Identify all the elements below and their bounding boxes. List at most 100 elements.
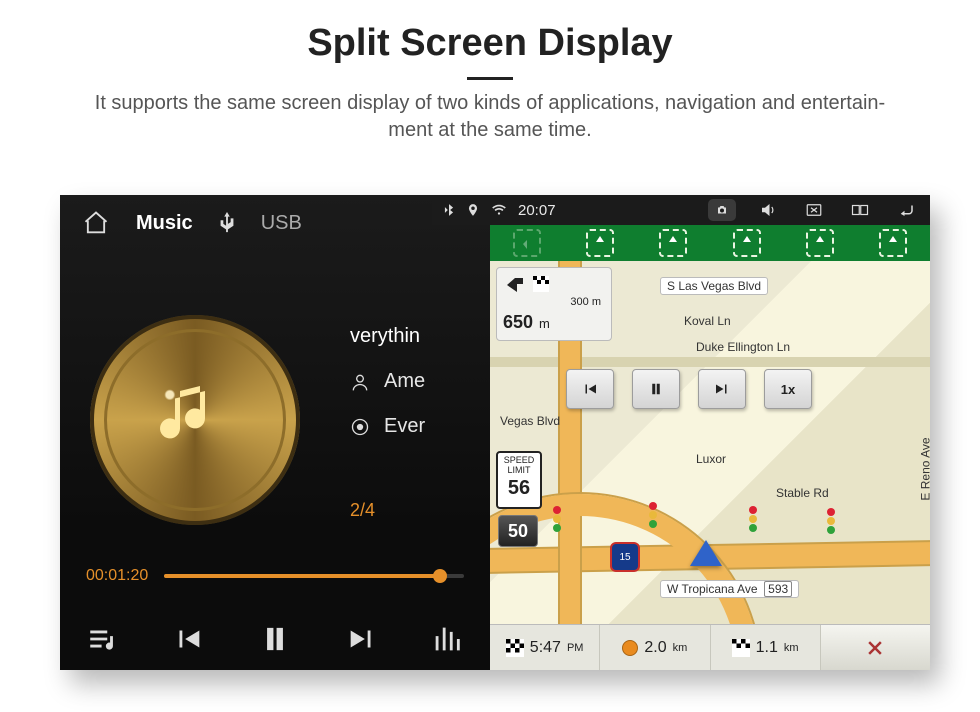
dist2-value: 1.1: [756, 639, 778, 657]
lane-1: [513, 229, 541, 257]
label-s-las-vegas: S Las Vegas Blvd: [660, 277, 768, 295]
dist1-value: 2.0: [644, 639, 666, 657]
eta-cell[interactable]: 5:47 PM: [490, 625, 600, 670]
screenshot-icon[interactable]: [708, 199, 736, 221]
label-luxor: Luxor: [690, 451, 732, 467]
traffic-light-icon: [646, 502, 660, 528]
label-reno: E Reno Ave: [918, 431, 930, 506]
status-time: 20:07: [518, 202, 556, 219]
traffic-light-icon: [550, 506, 564, 532]
map-next-button[interactable]: [698, 369, 746, 409]
turn-next-unit: m: [592, 296, 601, 308]
close-app-icon[interactable]: [800, 199, 828, 221]
disc-icon: [350, 417, 370, 437]
split-screen-icon[interactable]: [846, 199, 874, 221]
map-prev-button[interactable]: [566, 369, 614, 409]
waypoint-icon: [622, 640, 638, 656]
progress-handle[interactable]: [433, 569, 447, 583]
source-usb-label[interactable]: USB: [261, 212, 302, 235]
tab-music[interactable]: Music: [136, 212, 193, 235]
track-next[interactable]: Ever: [350, 415, 425, 438]
dist2-unit: km: [784, 642, 799, 654]
lane-5: [806, 229, 834, 257]
track-artist-label: Ame: [384, 370, 425, 393]
speed-limit-sign: SPEED LIMIT 56: [496, 451, 542, 509]
status-bar: 20:07: [432, 195, 930, 225]
album-art[interactable]: [90, 315, 300, 525]
lane-2: [586, 229, 614, 257]
map-speed-button[interactable]: 1x: [764, 369, 812, 409]
eta-time: 5:47: [530, 639, 561, 657]
prev-icon[interactable]: [171, 622, 205, 656]
close-nav-button[interactable]: [821, 625, 930, 670]
map-pause-button[interactable]: [632, 369, 680, 409]
elapsed-time: 00:01:20: [86, 567, 148, 585]
lane-3: [659, 229, 687, 257]
next-icon[interactable]: [345, 622, 379, 656]
dist2-cell[interactable]: 1.1 km: [711, 625, 821, 670]
page-header: Split Screen Display It supports the sam…: [0, 0, 980, 150]
status-left: 20:07: [442, 201, 556, 219]
speed-limit-label: SPEED LIMIT: [498, 455, 540, 475]
track-artist[interactable]: Ame: [350, 370, 425, 393]
person-icon: [350, 372, 370, 392]
transport-controls: [60, 620, 490, 658]
map-canvas[interactable]: 300 m 650m 1x S Las Vegas Blvd Koval Ln …: [490, 261, 930, 624]
dist1-cell[interactable]: 2.0 km: [600, 625, 710, 670]
device-frame: Music USB verythin Ame Ever 2/4 00:01: [60, 195, 930, 670]
track-current[interactable]: verythin: [350, 325, 425, 348]
close-icon: [865, 638, 885, 658]
turn-total-dist: 650: [503, 312, 533, 333]
current-speed: 50: [498, 515, 538, 547]
track-next-label: Ever: [384, 415, 425, 438]
label-duke: Duke Ellington Ln: [690, 339, 796, 355]
speed-limit-value: 56: [498, 477, 540, 500]
dist1-unit: km: [673, 642, 688, 654]
music-note-icon: [155, 376, 235, 456]
music-top-bar: Music USB: [60, 195, 490, 251]
turn-left-icon: [503, 272, 527, 296]
equalizer-icon[interactable]: [430, 622, 464, 656]
home-icon[interactable]: [82, 209, 110, 237]
label-stable: Stable Rd: [770, 485, 835, 501]
traffic-light-icon: [746, 506, 760, 532]
playlist-icon[interactable]: [86, 622, 120, 656]
checkered-flag-icon: [732, 639, 750, 657]
title-underline: [467, 77, 513, 80]
track-current-label: verythin: [350, 325, 420, 348]
track-list: verythin Ame Ever: [350, 325, 425, 460]
label-vegas-blvd: Vegas Blvd: [494, 413, 566, 429]
interstate-shield: 15: [610, 542, 640, 572]
page-title: Split Screen Display: [40, 22, 940, 65]
pause-icon[interactable]: [256, 620, 294, 658]
progress-bar[interactable]: [164, 574, 464, 578]
music-pane: Music USB verythin Ame Ever 2/4 00:01: [60, 195, 490, 670]
lane-6: [879, 229, 907, 257]
turn-card[interactable]: 300 m 650m: [496, 267, 612, 341]
turn-next-dist: 300: [570, 296, 588, 308]
page-description: It supports the same screen display of t…: [40, 90, 940, 144]
nav-pane: 20:07: [490, 195, 930, 670]
wifi-icon: [490, 203, 508, 217]
map-speed-label: 1x: [781, 382, 795, 397]
checkered-flag-icon: [506, 639, 524, 657]
back-icon[interactable]: [892, 199, 920, 221]
location-icon: [466, 201, 480, 219]
progress-fill: [164, 574, 440, 578]
label-w-tropicana-text: W Tropicana Ave: [667, 582, 758, 596]
bluetooth-icon: [442, 201, 456, 219]
label-w-tropicana-num: 593: [764, 581, 792, 597]
usb-icon[interactable]: [219, 212, 235, 234]
track-index: 2/4: [350, 500, 375, 521]
label-koval: Koval Ln: [678, 313, 737, 329]
interstate-num: 15: [619, 552, 630, 563]
eta-ampm: PM: [567, 642, 584, 654]
lane-4: [733, 229, 761, 257]
nav-bottom-bar: 5:47 PM 2.0 km 1.1 km: [490, 624, 930, 670]
label-w-tropicana: W Tropicana Ave 593: [660, 580, 799, 598]
status-right: [708, 199, 920, 221]
volume-icon[interactable]: [754, 199, 782, 221]
checkered-flag-icon: [533, 276, 549, 292]
playback-controls: 1x: [566, 369, 812, 409]
traffic-light-icon: [824, 508, 838, 534]
